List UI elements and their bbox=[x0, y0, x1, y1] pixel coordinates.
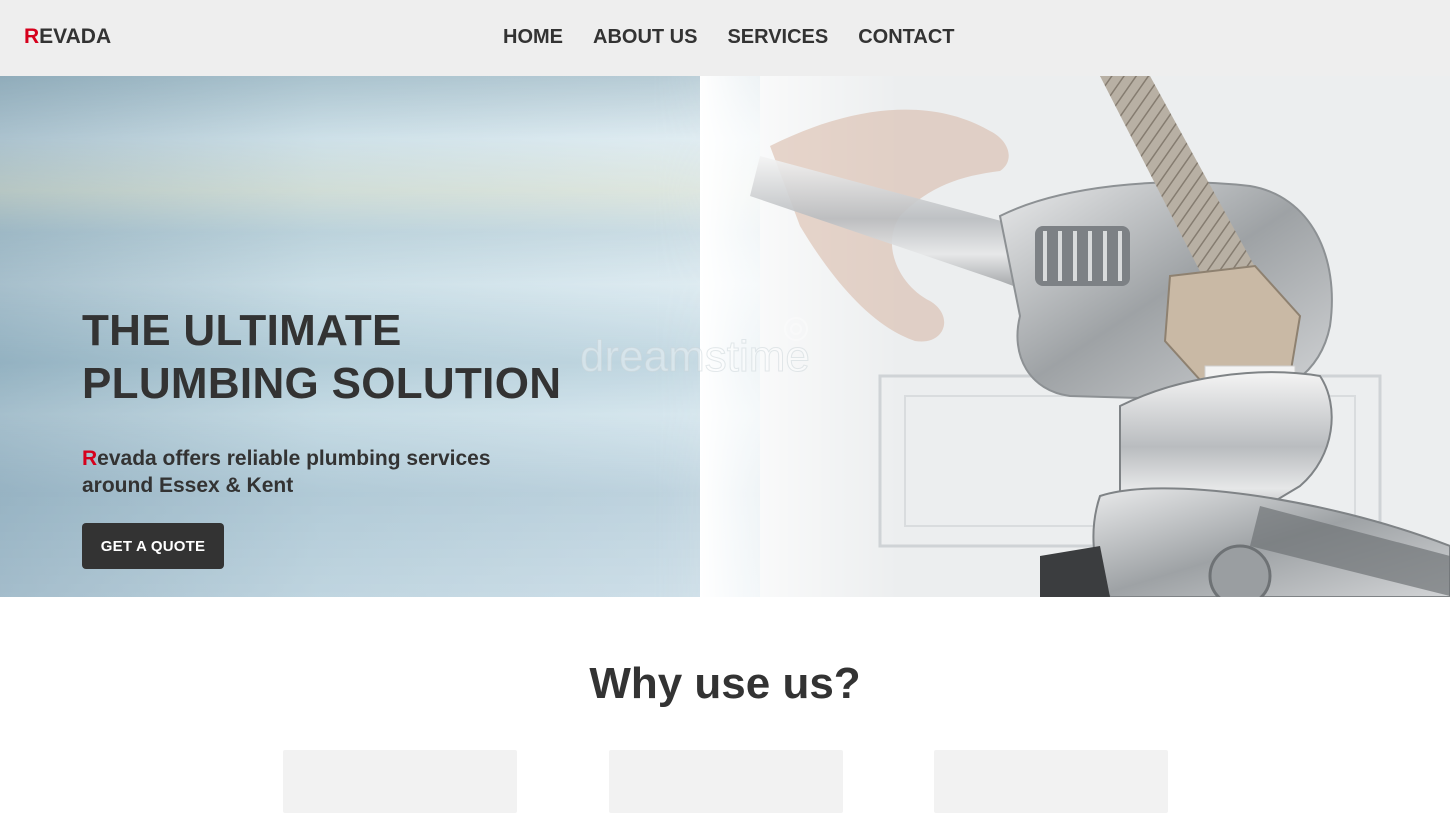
nav-services[interactable]: SERVICES bbox=[727, 25, 828, 49]
feature-card bbox=[609, 750, 843, 813]
top-navbar: REVADA HOME ABOUT US SERVICES CONTACT bbox=[0, 0, 1450, 76]
get-a-quote-button[interactable]: GET A QUOTE bbox=[82, 523, 224, 569]
logo-text: EVADA bbox=[39, 25, 112, 48]
hero-subtitle-accent-letter: R bbox=[82, 447, 98, 470]
logo-accent-letter: R bbox=[24, 25, 40, 48]
nav-contact[interactable]: CONTACT bbox=[858, 25, 954, 49]
hero-subtitle: Revada offers reliable plumbing services… bbox=[82, 445, 552, 499]
feature-card bbox=[283, 750, 517, 813]
hero-subtitle-line-2: around Essex & Kent bbox=[82, 474, 294, 497]
nav-about-us[interactable]: ABOUT US bbox=[593, 25, 697, 49]
hero-title-line-2: PLUMBING SOLUTION bbox=[82, 359, 562, 408]
hero-banner: dreamstime THE ULTIMATE PLUMBING SOLUTIO… bbox=[0, 76, 1450, 597]
main-nav: HOME ABOUT US SERVICES CONTACT bbox=[503, 25, 955, 49]
hero-title: THE ULTIMATE PLUMBING SOLUTION bbox=[82, 304, 642, 410]
feature-card bbox=[934, 750, 1168, 813]
hero-subtitle-line-1: evada offers reliable plumbing services bbox=[97, 447, 491, 470]
why-use-us-heading: Why use us? bbox=[589, 659, 861, 708]
site-logo[interactable]: REVADA bbox=[24, 25, 111, 49]
nav-home[interactable]: HOME bbox=[503, 25, 563, 49]
hero-title-line-1: THE ULTIMATE bbox=[82, 306, 402, 355]
